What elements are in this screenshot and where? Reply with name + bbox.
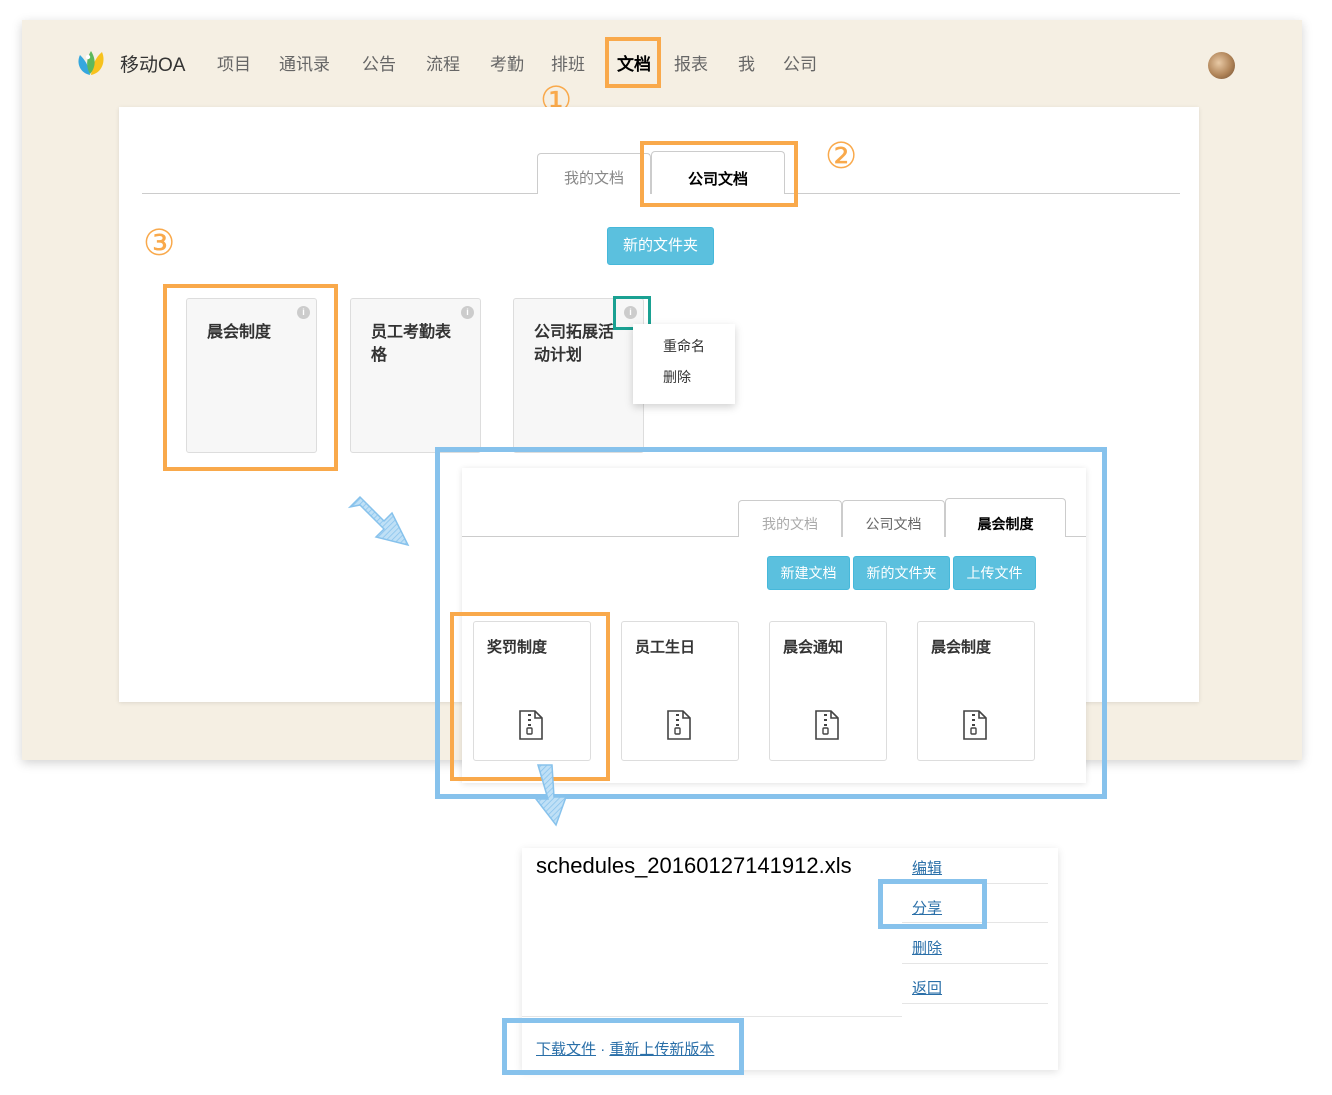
file-name: schedules_20160127141912.xls [536,853,852,878]
flow-arrow-icon [534,764,568,827]
nav-item-me[interactable]: 我 [738,50,755,75]
nav-item-contacts[interactable]: 通讯录 [279,50,330,75]
nav-item-workflow[interactable]: 流程 [426,50,460,75]
back-link[interactable]: 返回 [912,977,942,998]
folder-title: 公司拓展活动计划 [534,324,615,364]
flow-arrow-icon [348,495,410,547]
folder-card[interactable]: 员工考勤表格 i [350,298,481,453]
info-icon[interactable]: i [461,306,474,319]
nav-item-company[interactable]: 公司 [783,50,817,75]
nav-item-reports[interactable]: 报表 [674,50,708,75]
app-logo-icon [78,51,104,75]
folder-context-menu: 重命名 删除 [633,324,735,404]
step-marker-2: ② [825,136,858,177]
new-folder-button[interactable]: 新的文件夹 [607,227,714,265]
nav-item-announcements[interactable]: 公告 [362,50,396,75]
action-divider [902,1003,1048,1004]
app-brand[interactable]: 移动OA [120,50,185,77]
user-avatar[interactable] [1208,52,1235,79]
edit-link[interactable]: 编辑 [912,857,942,878]
delete-menu-item[interactable]: 删除 [663,367,691,387]
highlight-documents-nav [605,37,661,88]
highlight-share-link [878,879,987,929]
action-divider [902,963,1048,964]
nav-item-projects[interactable]: 项目 [217,50,251,75]
nav-item-scheduling[interactable]: 排班 [551,50,585,75]
highlight-download-links [502,1018,744,1075]
highlight-folder-card [163,284,338,471]
delete-link[interactable]: 删除 [912,937,942,958]
nav-item-attendance[interactable]: 考勤 [490,50,524,75]
rename-menu-item[interactable]: 重命名 [663,336,705,356]
highlight-file-card [450,612,610,781]
highlight-company-tab [640,141,798,207]
step-marker-3: ③ [143,223,176,264]
folder-title: 员工考勤表格 [371,324,452,364]
tab-my-documents[interactable]: 我的文档 [537,153,651,194]
content-divider [522,1016,902,1017]
